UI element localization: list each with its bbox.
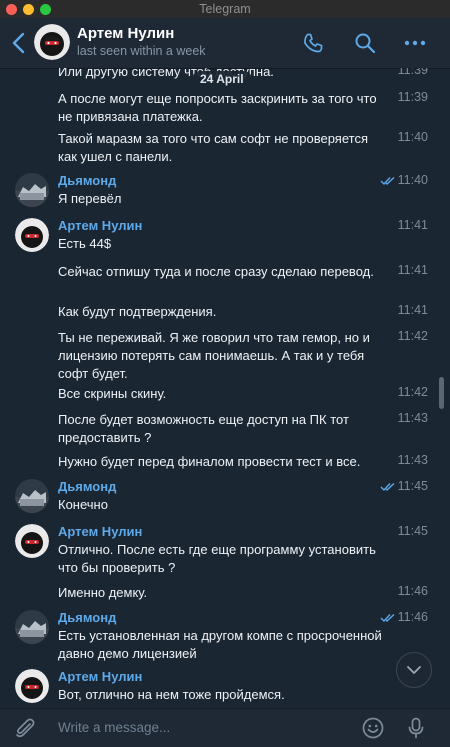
message-text: Есть установленная на другом компе с про… [58, 628, 382, 661]
message-time: 11:43 [397, 411, 428, 425]
message-text: Есть 44$ [58, 236, 112, 251]
message-text: Нужно будет перед финалом провести тест … [58, 454, 361, 469]
sender-name[interactable]: Артем Нулин [58, 218, 142, 233]
sender-avatar[interactable] [15, 479, 49, 513]
message-time: 11:46 [397, 584, 428, 598]
read-check-icon [380, 176, 395, 186]
message-text: Сейчас отпишу туда и после сразу сделаю … [58, 264, 374, 279]
microphone-icon[interactable] [404, 716, 428, 740]
message-time: 11:41 [397, 263, 428, 277]
sender-name[interactable]: Дьямонд [58, 479, 116, 494]
more-icon[interactable] [403, 31, 427, 55]
sender-name[interactable]: Артем Нулин [58, 669, 142, 684]
search-icon[interactable] [353, 31, 377, 55]
message-time: 11:41 [397, 218, 428, 232]
message-text: Конечно [58, 497, 108, 512]
message-text: Такой маразм за того что сам софт не про… [58, 131, 368, 164]
message-input[interactable]: Write a message... [58, 720, 170, 735]
message-time: 11:40 [397, 173, 428, 187]
sender-avatar[interactable] [15, 524, 49, 558]
message-text: Я перевёл [58, 191, 122, 206]
message-text: После будет возможность еще доступ на ПК… [58, 412, 349, 445]
sender-avatar[interactable] [15, 218, 49, 252]
scroll-to-bottom-button[interactable] [396, 652, 432, 688]
back-chevron-icon[interactable] [11, 32, 27, 54]
message-text: Ты не переживай. Я же говорил что там ге… [58, 330, 370, 381]
message-text: Как будут подтверждения. [58, 304, 217, 319]
sender-name[interactable]: Дьямонд [58, 173, 116, 188]
window-titlebar: Telegram [0, 0, 450, 19]
date-separator: 24 April [192, 71, 252, 87]
message-text: Отлично. После есть где еще программу ус… [58, 542, 376, 575]
sender-avatar[interactable] [15, 669, 49, 703]
phone-icon[interactable] [301, 31, 325, 55]
sender-name[interactable]: Дьямонд [58, 610, 116, 625]
scrollbar-thumb[interactable] [439, 377, 444, 409]
chevron-down-icon [407, 666, 421, 674]
message-text: Вот, отлично на нем тоже пройдемся. [58, 687, 285, 702]
message-time: 11:43 [397, 453, 428, 467]
message-text: Именно демку. [58, 585, 148, 600]
contact-avatar[interactable] [34, 24, 70, 60]
emoji-icon[interactable] [361, 716, 385, 740]
message-time: 11:42 [397, 329, 428, 343]
sender-avatar[interactable] [15, 610, 49, 644]
message-text: Все скрины скину. [58, 386, 167, 401]
message-time: 11:41 [397, 303, 428, 317]
sender-name[interactable]: Артем Нулин [58, 524, 142, 539]
message-composer: Write a message... [0, 708, 450, 747]
window-title: Telegram [199, 2, 251, 16]
chat-header: Артем Нулин last seen within a week [0, 18, 450, 69]
message-time: 11:45 [397, 479, 428, 493]
contact-status: last seen within a week [77, 44, 206, 58]
contact-name[interactable]: Артем Нулин [77, 25, 174, 42]
message-text: А после могут еще попросить заскринить з… [58, 91, 377, 124]
message-time: 11:46 [397, 610, 428, 624]
message-time: 11:40 [397, 130, 428, 144]
attach-icon[interactable] [13, 716, 37, 740]
message-time: 11:39 [397, 90, 428, 104]
read-check-icon [380, 613, 395, 623]
sender-avatar[interactable] [15, 173, 49, 207]
message-time: 11:39 [397, 68, 428, 77]
read-check-icon [380, 482, 395, 492]
message-time: 11:45 [397, 524, 428, 538]
message-time: 11:42 [397, 385, 428, 399]
message-list[interactable]: Или другую систему чтоб доступна. 11:39 … [0, 68, 450, 708]
